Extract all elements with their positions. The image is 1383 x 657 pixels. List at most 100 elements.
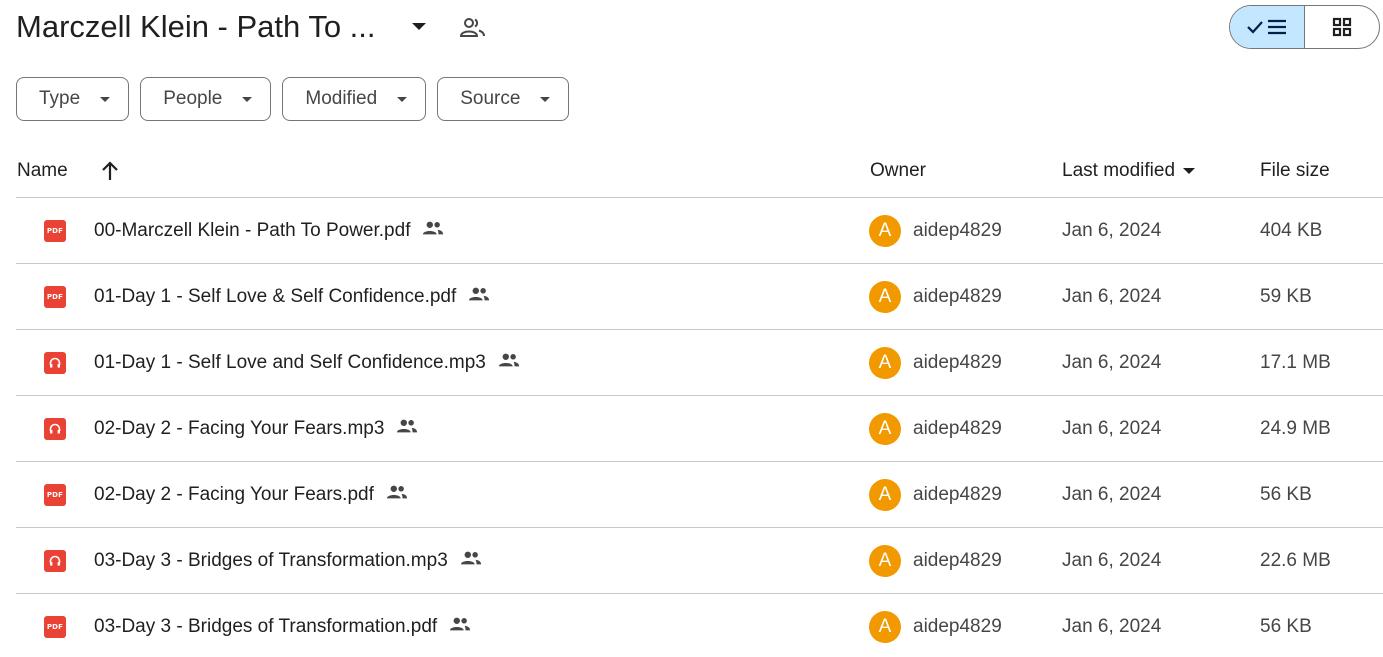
pdf-file-icon: PDF <box>43 594 67 657</box>
column-header-size: File size <box>1260 160 1330 181</box>
headphones-icon <box>44 550 66 572</box>
owner-name: aidep4829 <box>913 220 1002 241</box>
owner-name: aidep4829 <box>913 616 1002 637</box>
avatar[interactable]: A <box>869 611 901 643</box>
column-header-modified[interactable]: Last modified <box>1062 145 1196 197</box>
filter-modified[interactable]: Modified <box>282 77 427 121</box>
pdf-file-icon: PDF <box>43 264 67 330</box>
file-size: 56 KB <box>1260 616 1312 637</box>
file-size: 24.9 MB <box>1260 418 1331 439</box>
shared-icon <box>449 616 471 638</box>
file-name: 03-Day 3 - Bridges of Transformation.mp3 <box>94 550 448 571</box>
pdf-file-icon: PDF <box>43 462 67 528</box>
pdf-label: PDF <box>44 616 66 638</box>
file-name-cell[interactable]: 02-Day 2 - Facing Your Fears.pdf <box>94 462 408 528</box>
column-header-label: Last modified <box>1062 160 1176 181</box>
file-size: 404 KB <box>1260 220 1323 241</box>
modified-date: Jan 6, 2024 <box>1062 220 1162 241</box>
avatar[interactable]: A <box>869 413 901 445</box>
table-row[interactable]: PDF 02-Day 2 - Facing Your Fears.pdf Aaide… <box>16 462 1383 528</box>
filter-bar: Type People Modified Source <box>16 77 570 121</box>
modified-date: Jan 6, 2024 <box>1062 550 1162 571</box>
table-row[interactable]: PDF 03-Day 3 - Bridges of Transformation.… <box>16 594 1383 657</box>
audio-file-icon <box>43 330 67 396</box>
pdf-label: PDF <box>44 220 66 242</box>
file-name-cell[interactable]: 03-Day 3 - Bridges of Transformation.mp3 <box>94 528 482 594</box>
filter-type[interactable]: Type <box>16 77 130 121</box>
modified-date: Jan 6, 2024 <box>1062 484 1162 505</box>
filter-source[interactable]: Source <box>437 77 570 121</box>
file-name-cell[interactable]: 03-Day 3 - Bridges of Transformation.pdf <box>94 594 471 657</box>
shared-icon <box>460 550 482 572</box>
grid-view-button[interactable] <box>1305 6 1380 48</box>
table-row[interactable]: PDF 00-Marczell Klein - Path To Power.pdf… <box>16 198 1383 264</box>
pdf-label: PDF <box>44 286 66 308</box>
file-size: 17.1 MB <box>1260 352 1331 373</box>
file-name: 03-Day 3 - Bridges of Transformation.pdf <box>94 616 438 637</box>
view-toggle <box>1229 5 1380 49</box>
filter-label: People <box>163 88 223 109</box>
owner-cell: Aaidep4829 <box>869 594 1002 657</box>
file-size: 56 KB <box>1260 484 1312 505</box>
owner-cell: Aaidep4829 <box>869 330 1002 396</box>
headphones-icon <box>44 352 66 374</box>
modified-date: Jan 6, 2024 <box>1062 352 1162 373</box>
avatar[interactable]: A <box>869 215 901 247</box>
caret-down-icon <box>1183 168 1196 174</box>
audio-file-icon <box>43 396 67 462</box>
audio-file-icon <box>43 528 67 594</box>
caret-down-icon <box>242 96 253 102</box>
table-row[interactable]: 02-Day 2 - Facing Your Fears.mp3 Aaidep48… <box>16 396 1383 462</box>
avatar[interactable]: A <box>869 347 901 379</box>
list-view-button[interactable] <box>1230 6 1305 48</box>
caret-down-icon <box>540 96 551 102</box>
file-size: 59 KB <box>1260 286 1312 307</box>
file-name: 02-Day 2 - Facing Your Fears.pdf <box>94 484 374 505</box>
table-row[interactable]: 03-Day 3 - Bridges of Transformation.mp3… <box>16 528 1383 594</box>
modified-date: Jan 6, 2024 <box>1062 418 1162 439</box>
file-name-cell[interactable]: 02-Day 2 - Facing Your Fears.mp3 <box>94 396 418 462</box>
filter-label: Modified <box>305 88 378 109</box>
file-name: 01-Day 1 - Self Love and Self Confidence… <box>94 352 486 373</box>
modified-date: Jan 6, 2024 <box>1062 616 1162 637</box>
caret-down-icon[interactable] <box>402 12 436 42</box>
table-header: Name Owner Last modified File size <box>16 145 1383 198</box>
filter-people[interactable]: People <box>140 77 272 121</box>
owner-name: aidep4829 <box>913 484 1002 505</box>
shared-icon <box>396 418 418 440</box>
file-name: 01-Day 1 - Self Love & Self Confidence.p… <box>94 286 457 307</box>
grid-icon <box>1332 17 1351 37</box>
owner-name: aidep4829 <box>913 550 1002 571</box>
people-outline-icon[interactable] <box>456 12 490 42</box>
check-list-icon <box>1246 19 1286 35</box>
filter-label: Type <box>39 88 81 109</box>
file-name: 02-Day 2 - Facing Your Fears.mp3 <box>94 418 385 439</box>
file-name-cell[interactable]: 01-Day 1 - Self Love and Self Confidence… <box>94 330 520 396</box>
headphones-icon <box>44 418 66 440</box>
file-list: PDF 00-Marczell Klein - Path To Power.pdf… <box>16 198 1383 657</box>
modified-date: Jan 6, 2024 <box>1062 286 1162 307</box>
owner-cell: Aaidep4829 <box>869 264 1002 330</box>
shared-icon <box>468 286 490 308</box>
shared-icon <box>422 220 444 242</box>
file-name-cell[interactable]: 00-Marczell Klein - Path To Power.pdf <box>94 198 444 264</box>
filter-label: Source <box>460 88 521 109</box>
file-name-cell[interactable]: 01-Day 1 - Self Love & Self Confidence.p… <box>94 264 490 330</box>
owner-name: aidep4829 <box>913 352 1002 373</box>
file-name: 00-Marczell Klein - Path To Power.pdf <box>94 220 411 241</box>
avatar[interactable]: A <box>869 479 901 511</box>
arrow-up-icon[interactable] <box>98 145 122 197</box>
avatar[interactable]: A <box>869 545 901 577</box>
owner-cell: Aaidep4829 <box>869 462 1002 528</box>
table-row[interactable]: 01-Day 1 - Self Love and Self Confidence… <box>16 330 1383 396</box>
table-row[interactable]: PDF 01-Day 1 - Self Love & Self Confidenc… <box>16 264 1383 330</box>
column-header-name[interactable]: Name <box>17 145 68 197</box>
avatar[interactable]: A <box>869 281 901 313</box>
folder-title[interactable]: Marczell Klein - Path To ... <box>16 9 376 45</box>
pdf-file-icon: PDF <box>43 198 67 264</box>
owner-cell: Aaidep4829 <box>869 528 1002 594</box>
owner-name: aidep4829 <box>913 286 1002 307</box>
pdf-label: PDF <box>44 484 66 506</box>
shared-icon <box>386 484 408 506</box>
caret-down-icon <box>100 96 111 102</box>
